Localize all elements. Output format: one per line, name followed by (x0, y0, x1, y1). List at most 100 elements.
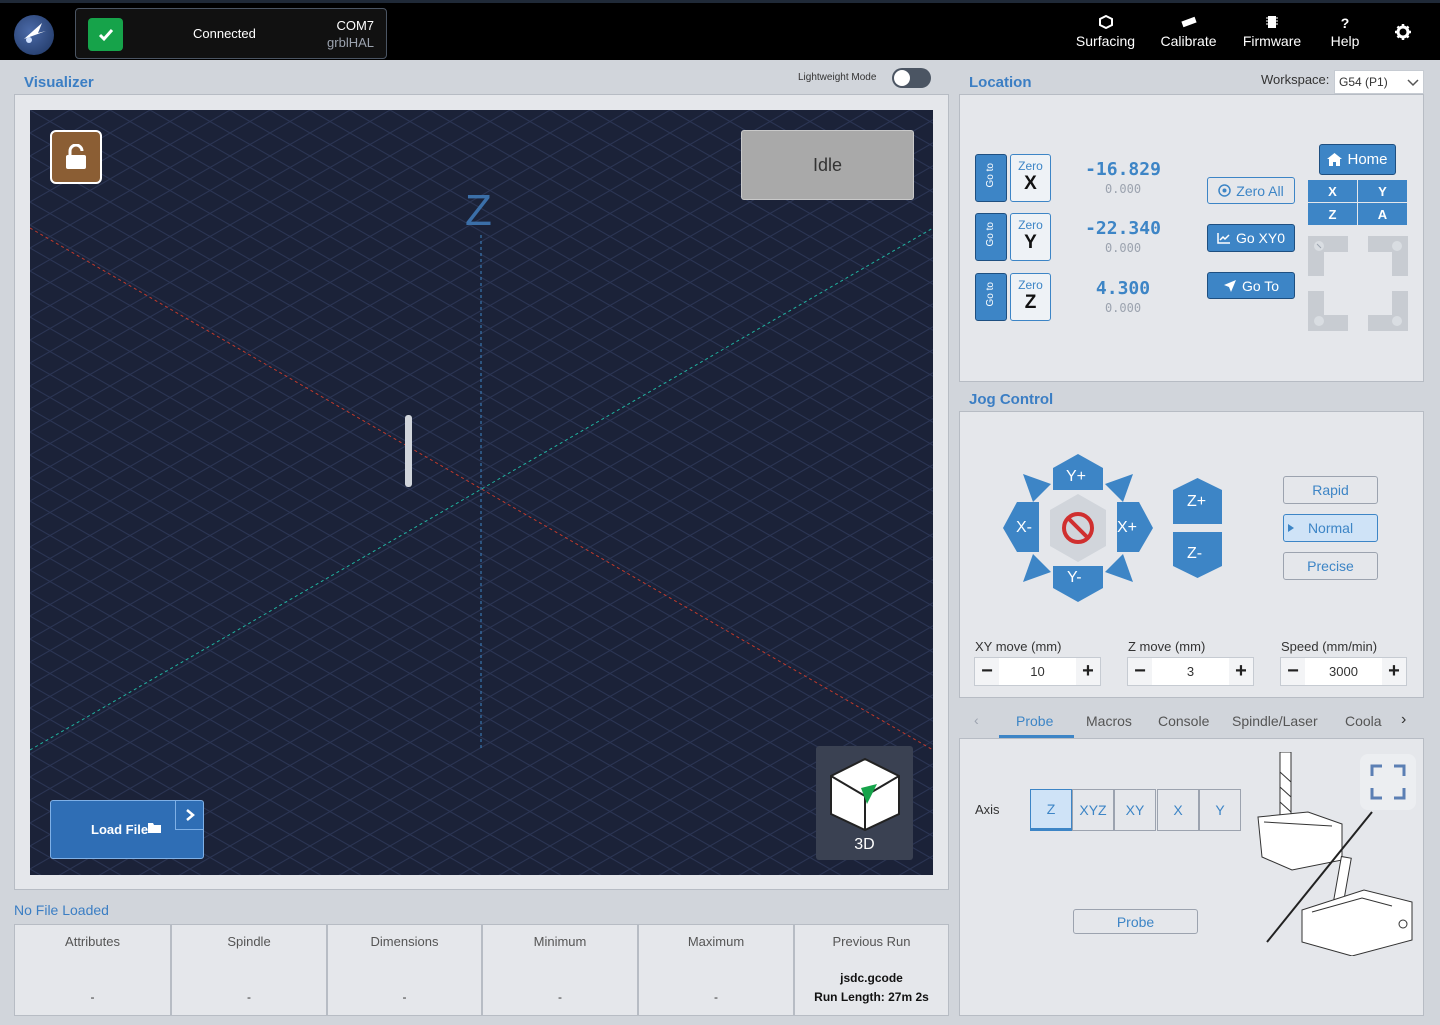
x-machine-value: -16.829 (1085, 159, 1161, 180)
load-file-button[interactable]: Load File (50, 800, 204, 859)
attributes-header: Attributes (65, 934, 120, 949)
nav-surfacing[interactable]: Surfacing (1068, 14, 1143, 49)
go-to-button[interactable]: Go To (1207, 272, 1295, 299)
load-file-label: Load File (91, 822, 149, 837)
nav-firmware[interactable]: Firmware (1238, 15, 1306, 49)
z-decrement-button[interactable]: − (1128, 658, 1152, 685)
tabs-scroll-left-icon[interactable]: ‹ (974, 712, 979, 728)
visualizer-canvas[interactable]: Z Idle Load File 3D (30, 110, 933, 875)
z-increment-button[interactable]: + (1229, 658, 1253, 685)
jog-xplus-label: X+ (1117, 519, 1138, 536)
jog-yminus-label: Y- (1067, 569, 1082, 586)
jog-mode-normal[interactable]: Normal (1283, 514, 1378, 542)
load-file-menu-button[interactable] (175, 801, 204, 830)
tab-macros[interactable]: Macros (1086, 713, 1132, 729)
jog-diag-br[interactable] (1105, 554, 1133, 582)
home-button[interactable]: Home (1319, 144, 1396, 175)
probe-axis-z[interactable]: Z (1030, 789, 1072, 831)
home-axis-grid: X Y Z A (1308, 180, 1407, 225)
zero-y-button[interactable]: Zero Y (1010, 213, 1051, 261)
nav-calibrate[interactable]: Calibrate (1155, 15, 1222, 49)
zero-label: Zero (1018, 218, 1043, 232)
view-mode-label: 3D (854, 836, 875, 853)
home-y-button[interactable]: Y (1358, 180, 1407, 202)
jog-mode-rapid[interactable]: Rapid (1283, 476, 1378, 504)
probe-axis-y[interactable]: Y (1199, 789, 1241, 831)
file-maximum: Maximum - (638, 924, 794, 1016)
nav-help-label: Help (1330, 33, 1360, 49)
go-to-y-button[interactable]: Go to (975, 213, 1007, 261)
folder-open-icon (147, 822, 163, 837)
surfacing-icon (1068, 14, 1143, 31)
location-title: Location (969, 74, 1032, 91)
fullscreen-button[interactable] (1360, 754, 1416, 810)
tab-console[interactable]: Console (1158, 713, 1209, 729)
jog-diag-tl[interactable] (1023, 474, 1051, 502)
speed-decrement-button[interactable]: − (1281, 658, 1305, 685)
previous-run-length: Run Length: 27m 2s (814, 990, 929, 1004)
file-status: No File Loaded (14, 902, 109, 918)
jog-xminus-label: X- (1016, 519, 1032, 536)
jog-mode-precise[interactable]: Precise (1283, 552, 1378, 580)
speed-stepper: − 3000 + (1280, 657, 1407, 686)
app-logo (14, 15, 54, 55)
go-xy0-button[interactable]: Go XY0 (1207, 224, 1295, 252)
tab-probe[interactable]: Probe (1016, 713, 1053, 729)
go-to-x-button[interactable]: Go to (975, 154, 1007, 202)
zero-all-button[interactable]: Zero All (1207, 177, 1295, 204)
xy-increment-button[interactable]: + (1076, 658, 1100, 685)
axis-y-label: Y (1024, 232, 1037, 253)
workspace-value: G54 (P1) (1339, 75, 1388, 89)
visualizer-title: Visualizer (24, 74, 94, 91)
lock-button[interactable] (50, 130, 102, 184)
z-work-value: 0.000 (1104, 301, 1142, 315)
probe-axis-xy[interactable]: XY (1114, 789, 1156, 831)
tabs-scroll-right-icon[interactable]: › (1401, 711, 1406, 729)
xy-decrement-button[interactable]: − (975, 658, 999, 685)
probe-axis-xyz[interactable]: XYZ (1072, 789, 1114, 831)
check-icon (88, 18, 123, 51)
jog-mode-normal-label: Normal (1307, 520, 1354, 536)
nav-help[interactable]: ? Help (1325, 15, 1365, 49)
previous-run-filename: jsdc.gcode (840, 971, 903, 985)
jog-diag-tr[interactable] (1105, 474, 1133, 502)
probe-axis-x[interactable]: X (1157, 789, 1199, 831)
corner-top-right-button[interactable] (1368, 236, 1408, 276)
tool-tabs: ‹ Probe Macros Console Spindle/Laser Coo… (960, 706, 1423, 738)
corner-top-left-button[interactable] (1308, 236, 1348, 276)
speed-input[interactable]: 3000 (1305, 664, 1382, 679)
corner-bottom-left-button[interactable] (1308, 291, 1348, 331)
file-minimum: Minimum - (482, 924, 638, 1016)
tab-coolant[interactable]: Coola (1345, 713, 1382, 729)
machine-state-badge: Idle (741, 130, 914, 200)
corner-bottom-right-button[interactable] (1368, 291, 1408, 331)
spindle-header: Spindle (227, 934, 271, 949)
xy-move-input[interactable]: 10 (999, 664, 1076, 679)
home-x-button[interactable]: X (1308, 180, 1357, 202)
zero-z-button[interactable]: Zero Z (1010, 273, 1051, 321)
z-move-input[interactable]: 3 (1152, 664, 1229, 679)
home-label: Home (1347, 151, 1388, 168)
workspace-select[interactable]: G54 (P1) (1334, 70, 1424, 94)
z-move-label: Z move (mm) (1128, 639, 1206, 654)
speed-increment-button[interactable]: + (1382, 658, 1406, 685)
home-a-button[interactable]: A (1358, 203, 1407, 225)
app-header: Connected COM7 grblHAL Surfacing Calibra… (0, 0, 1440, 60)
view-cube[interactable]: 3D (816, 746, 913, 860)
zero-x-button[interactable]: Zero X (1010, 154, 1051, 202)
x-work-value: 0.000 (1104, 182, 1142, 196)
nav-calibrate-label: Calibrate (1160, 33, 1217, 49)
settings-button[interactable] (1394, 23, 1412, 46)
jog-zplus-label: Z+ (1187, 493, 1207, 510)
jog-diag-bl[interactable] (1023, 554, 1051, 582)
home-z-button[interactable]: Z (1308, 203, 1357, 225)
go-to-z-button[interactable]: Go to (975, 273, 1007, 321)
probe-button[interactable]: Probe (1073, 909, 1198, 934)
file-dimensions: Dimensions - (327, 924, 482, 1016)
home-icon (1327, 153, 1343, 166)
tab-spindle-laser[interactable]: Spindle/Laser (1232, 713, 1318, 729)
unlock-icon (66, 144, 86, 169)
visualizer-grid: Z (30, 110, 933, 875)
lightweight-mode-toggle[interactable] (892, 68, 931, 88)
connection-widget[interactable]: Connected COM7 grblHAL (75, 8, 387, 59)
